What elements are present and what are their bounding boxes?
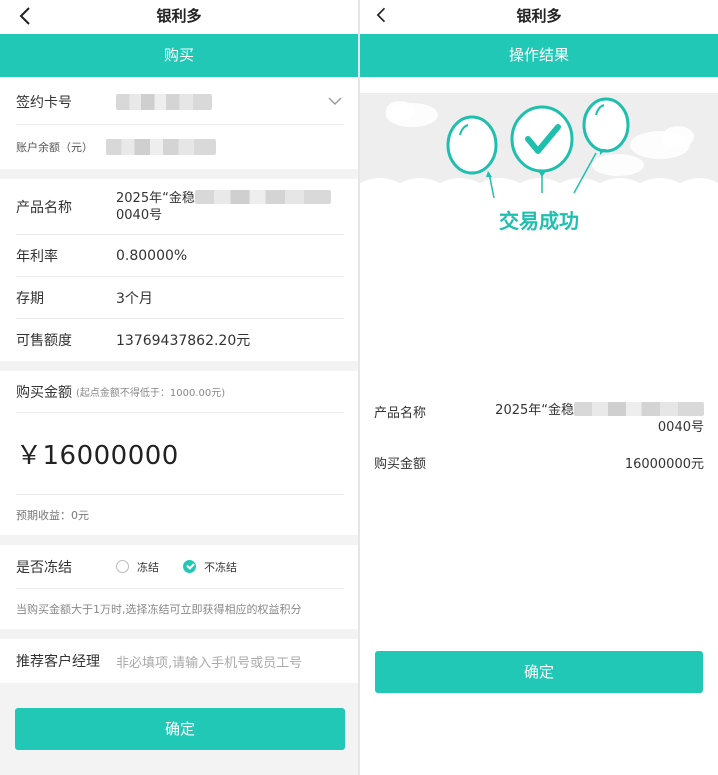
result-product-value: 2025年“金稳	[495, 403, 574, 418]
balance-row: 账户余额（元）	[16, 125, 344, 169]
freeze-note-row: 当购买金额大于1万时,选择冻结可立即获得相应的权益积分	[16, 589, 344, 629]
result-product-suffix: 0040号	[657, 420, 704, 435]
annual-rate-row: 年利率 0.80000%	[16, 235, 344, 277]
card-number-masked	[116, 93, 212, 110]
result-amount-label: 购买金额	[374, 457, 427, 472]
section-banner: 购买	[0, 34, 358, 77]
nav-bar: 银利多	[360, 0, 718, 34]
no-freeze-option[interactable]: 不冻结	[183, 559, 237, 575]
purchase-amount-header: 购买金额 (起点金额不得低于：1000.00元)	[16, 371, 344, 413]
product-name-row: 产品名称 2025年“金稳 0040号	[16, 179, 344, 235]
manager-row[interactable]: 推荐客户经理 非必填项,请输入手机号或员工号	[16, 639, 344, 683]
quota-row: 可售额度 13769437862.20元	[16, 319, 344, 361]
expected-income-row: 预期收益：0元	[16, 495, 344, 535]
freeze-label: 是否冻结	[16, 559, 72, 576]
minimum-amount-hint: (起点金额不得低于：1000.00元)	[76, 388, 226, 399]
product-name-suffix: 0040号	[116, 207, 163, 223]
product-name-label: 产品名称	[16, 199, 72, 216]
freeze-row: 是否冻结 冻结 不冻结	[16, 545, 344, 589]
success-text: 交易成功	[499, 209, 579, 233]
purchase-amount-value[interactable]: ￥16000000	[16, 435, 179, 472]
result-amount-value: 16000000元	[624, 457, 704, 472]
page-title: 银利多	[156, 7, 202, 25]
result-screen: 银利多 操作结果 交易成功 产品名称 2025年“金稳 0040号 购买金额 1…	[360, 0, 718, 775]
nav-bar: 银利多	[0, 0, 358, 34]
confirm-button[interactable]: 确定	[375, 651, 703, 693]
manager-label: 推荐客户经理	[16, 654, 100, 670]
purchase-screen: 银利多 购买 签约卡号 账户余额（元） 产品名称 2025年“金稳 0040号 …	[0, 0, 358, 775]
annual-rate-label: 年利率	[16, 248, 58, 265]
result-amount-row: 购买金额 16000000元	[374, 453, 704, 472]
freeze-note: 当购买金额大于1万时,选择冻结可立即获得相应的权益积分	[16, 603, 302, 616]
confirm-button[interactable]: 确定	[15, 708, 345, 750]
manager-input[interactable]: 非必填项,请输入手机号或员工号	[116, 652, 302, 671]
freeze-option[interactable]: 冻结	[116, 559, 159, 575]
balance-label: 账户余额（元）	[16, 141, 93, 154]
quota-label: 可售额度	[16, 333, 72, 349]
page-title: 银利多	[516, 7, 562, 25]
term-value: 3个月	[116, 290, 153, 307]
result-product-row: 产品名称 2025年“金稳 0040号	[374, 402, 704, 436]
balance-masked	[106, 139, 216, 155]
radio-unchecked-icon[interactable]	[116, 560, 129, 573]
chevron-down-icon[interactable]	[328, 96, 342, 106]
result-product-label: 产品名称	[374, 406, 427, 421]
term-label: 存期	[16, 290, 44, 307]
radio-checked-icon[interactable]	[183, 560, 196, 573]
section-banner: 操作结果	[360, 34, 718, 77]
card-number-row[interactable]: 签约卡号	[16, 79, 344, 125]
product-name-value: 2025年“金稳	[116, 190, 195, 206]
term-row: 存期 3个月	[16, 277, 344, 319]
purchase-amount-input[interactable]: ￥16000000	[16, 413, 344, 495]
card-number-label: 签约卡号	[16, 94, 72, 111]
purchase-amount-label: 购买金额	[16, 384, 72, 401]
quota-value: 13769437862.20元	[116, 333, 251, 349]
expected-income: 预期收益：0元	[16, 509, 89, 522]
annual-rate-value: 0.80000%	[116, 247, 188, 264]
